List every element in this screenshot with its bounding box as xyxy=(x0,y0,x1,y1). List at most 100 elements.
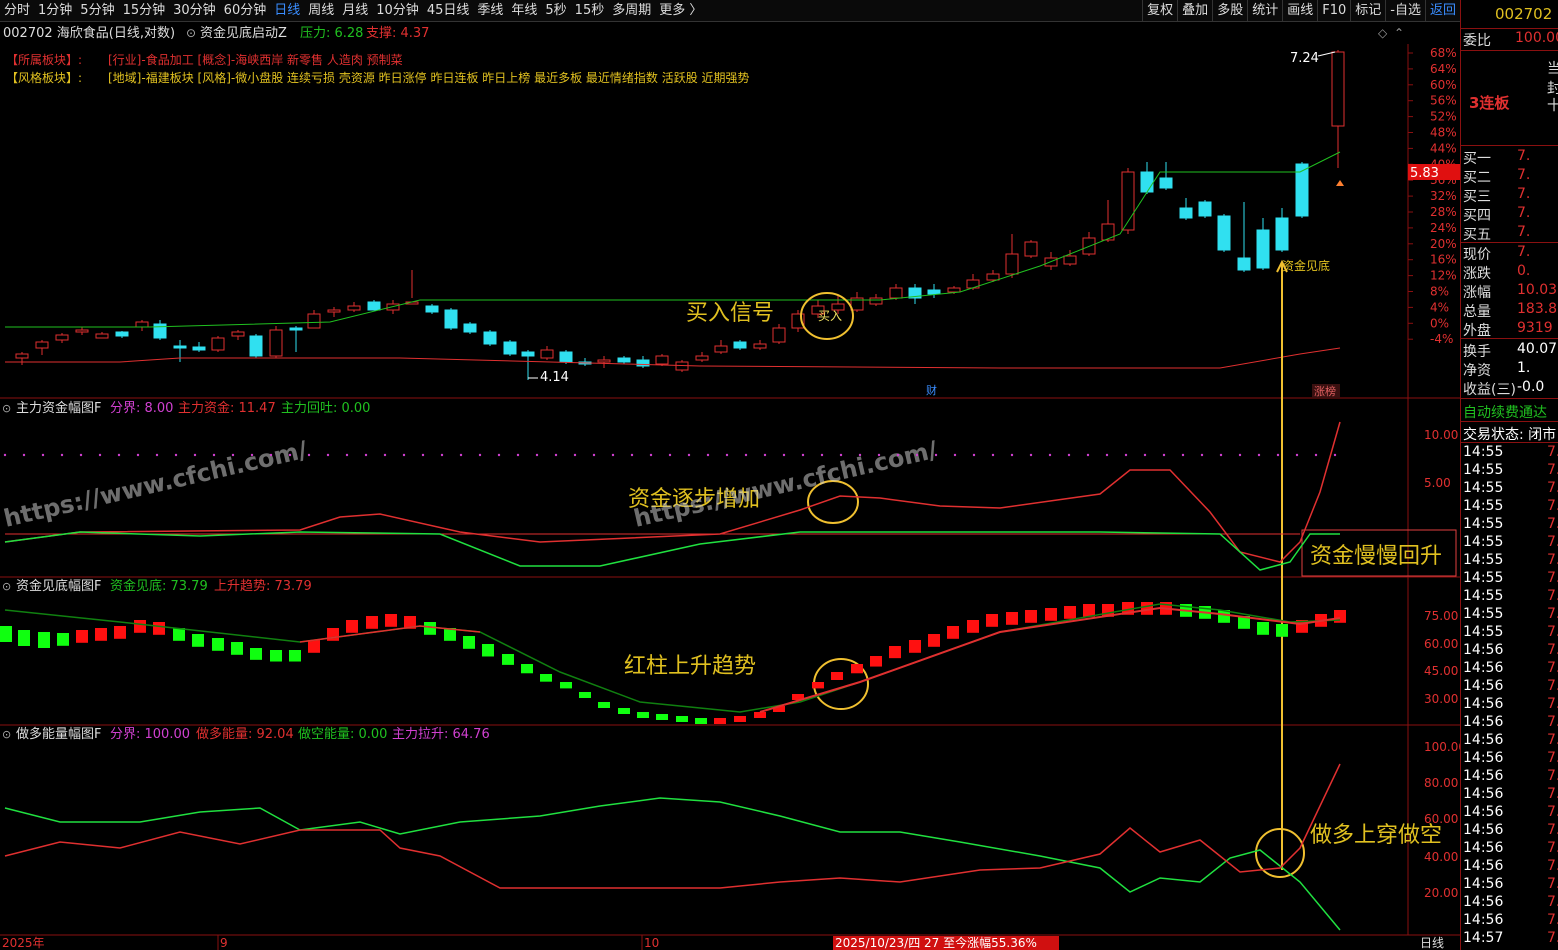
collapse-icon[interactable]: ⊙ xyxy=(2,580,11,593)
tool-tab[interactable]: 多股 xyxy=(1212,0,1247,22)
candle-body xyxy=(153,323,167,339)
tick-time: 14:57 xyxy=(1463,930,1504,946)
panel3-axis-tick: 40.00 xyxy=(1424,850,1458,864)
tick-price: 7. xyxy=(1547,678,1558,694)
tool-tab[interactable]: 复权 xyxy=(1142,0,1177,22)
period-tab[interactable]: 5秒 xyxy=(541,0,570,22)
pct-tick: 12% xyxy=(1430,269,1457,283)
panel1-title[interactable]: 主力资金幅图F xyxy=(16,400,101,416)
divider-dot xyxy=(877,453,881,457)
quote-label: 涨跌 xyxy=(1463,266,1491,282)
tool-tab[interactable]: 叠加 xyxy=(1177,0,1212,22)
collapse-icon[interactable]: ⊙ xyxy=(2,728,11,741)
fund-bar xyxy=(1257,622,1269,635)
chart-area[interactable]: 002702 海欣食品(日线,对数) ⊙ 资金见底启动Z 压力: 6.28 支撑… xyxy=(0,22,1460,950)
tick-price: 7. xyxy=(1547,840,1558,856)
collapse-icon[interactable]: ⊙ xyxy=(2,402,11,415)
period-tab[interactable]: 季线 xyxy=(473,0,507,22)
divider-dot xyxy=(687,453,691,457)
candle-body xyxy=(55,334,69,341)
period-tab[interactable]: 15秒 xyxy=(571,0,609,22)
candle-body xyxy=(1179,207,1193,219)
period-tab[interactable]: 分时 xyxy=(0,0,34,22)
divider-dot xyxy=(402,453,406,457)
quote-label: 收益(三) xyxy=(1463,382,1516,398)
pct-tick: 48% xyxy=(1430,126,1457,140)
candle-body xyxy=(269,329,283,357)
tick-time: 14:55 xyxy=(1463,606,1504,622)
period-tab[interactable]: 多周期 xyxy=(608,0,655,22)
quote-panel: 002702 委比 100.00 当 封 十 3连板 买一7.买二7.买三7.买… xyxy=(1460,0,1558,950)
period-tab[interactable]: 45日线 xyxy=(423,0,474,22)
divider-dot xyxy=(79,453,83,457)
tool-tab[interactable]: F10 xyxy=(1317,0,1350,22)
current-price: 5.83 xyxy=(1410,166,1439,181)
chevron-up-icon[interactable]: ⌃ xyxy=(1394,26,1404,40)
side-char: 十 xyxy=(1547,95,1558,115)
indicator-name[interactable]: 资金见底启动Z xyxy=(200,25,287,41)
panel2-title[interactable]: 资金见底幅图F xyxy=(16,578,101,594)
candle-body xyxy=(483,331,497,345)
period-tab[interactable]: 10分钟 xyxy=(372,0,423,22)
period-tab[interactable]: 更多 〉 xyxy=(655,0,706,22)
candle-body xyxy=(347,305,361,311)
period-tab[interactable]: 15分钟 xyxy=(119,0,170,22)
period-tab[interactable]: 5分钟 xyxy=(76,0,118,22)
panel3-axis-tick: 100.00 xyxy=(1424,740,1460,754)
tick-time: 14:56 xyxy=(1463,732,1504,748)
divider-dot xyxy=(592,453,596,457)
tick-price: 7. xyxy=(1547,696,1558,712)
up-arrow-icon xyxy=(1336,180,1344,186)
fund-bar xyxy=(598,702,610,708)
pct-tick: 28% xyxy=(1430,205,1457,219)
candle-body xyxy=(35,341,49,349)
divider-dot xyxy=(136,453,140,457)
short-energy-line xyxy=(4,797,1341,931)
tick-price: 7. xyxy=(1547,480,1558,496)
tool-tab[interactable]: 画线 xyxy=(1282,0,1317,22)
tick-price: 7. xyxy=(1547,930,1558,946)
tool-tab[interactable]: 统计 xyxy=(1247,0,1282,22)
tool-tab[interactable]: 标记 xyxy=(1350,0,1385,22)
period-tab[interactable]: 月线 xyxy=(338,0,372,22)
period-tab[interactable]: 周线 xyxy=(304,0,338,22)
tool-tab[interactable]: 返回 xyxy=(1424,0,1460,22)
promo-link[interactable]: 自动续费通达 xyxy=(1463,402,1547,422)
period-tab[interactable]: 年线 xyxy=(507,0,541,22)
divider-dot xyxy=(307,453,311,457)
tick-price: 7. xyxy=(1547,732,1558,748)
candle-body xyxy=(1024,241,1038,257)
panel1-field2: 主力资金: 11.47 xyxy=(178,400,276,416)
tool-tab[interactable]: -自选 xyxy=(1385,0,1425,22)
divider-dot xyxy=(459,453,463,457)
divider-dot xyxy=(820,453,824,457)
finance-marker[interactable]: 财 xyxy=(926,383,937,397)
tick-time: 14:56 xyxy=(1463,750,1504,766)
period-tab[interactable]: 日线 xyxy=(270,0,304,22)
diamond-icon[interactable]: ◇ xyxy=(1378,26,1388,40)
fund-bar xyxy=(231,642,243,655)
fund-bar xyxy=(114,626,126,639)
period-tab[interactable]: 30分钟 xyxy=(169,0,220,22)
candle-body xyxy=(559,351,573,363)
candle-body xyxy=(927,289,941,295)
pct-tick: 4% xyxy=(1430,300,1449,314)
candle-body xyxy=(289,327,303,331)
quote-label: 买二 xyxy=(1463,170,1491,186)
divider-dot xyxy=(1105,453,1109,457)
fund-bar xyxy=(579,692,591,698)
fund-bar xyxy=(308,640,320,653)
divider-dot xyxy=(630,453,634,457)
candle-body xyxy=(503,341,517,355)
divider-dot xyxy=(1276,453,1280,457)
period-tab[interactable]: 1分钟 xyxy=(34,0,76,22)
tick-time: 14:55 xyxy=(1463,570,1504,586)
timeline-tab[interactable]: 日线 xyxy=(1420,936,1444,950)
candle-body xyxy=(307,313,321,329)
period-tab[interactable]: 60分钟 xyxy=(220,0,271,22)
limit-marker[interactable]: 涨榜 xyxy=(1314,384,1336,398)
buy-marker: 买入 xyxy=(818,309,842,323)
panel3-title[interactable]: 做多能量幅图F xyxy=(16,726,101,742)
divider-dot xyxy=(953,453,957,457)
quote-value: 1. xyxy=(1517,360,1531,376)
